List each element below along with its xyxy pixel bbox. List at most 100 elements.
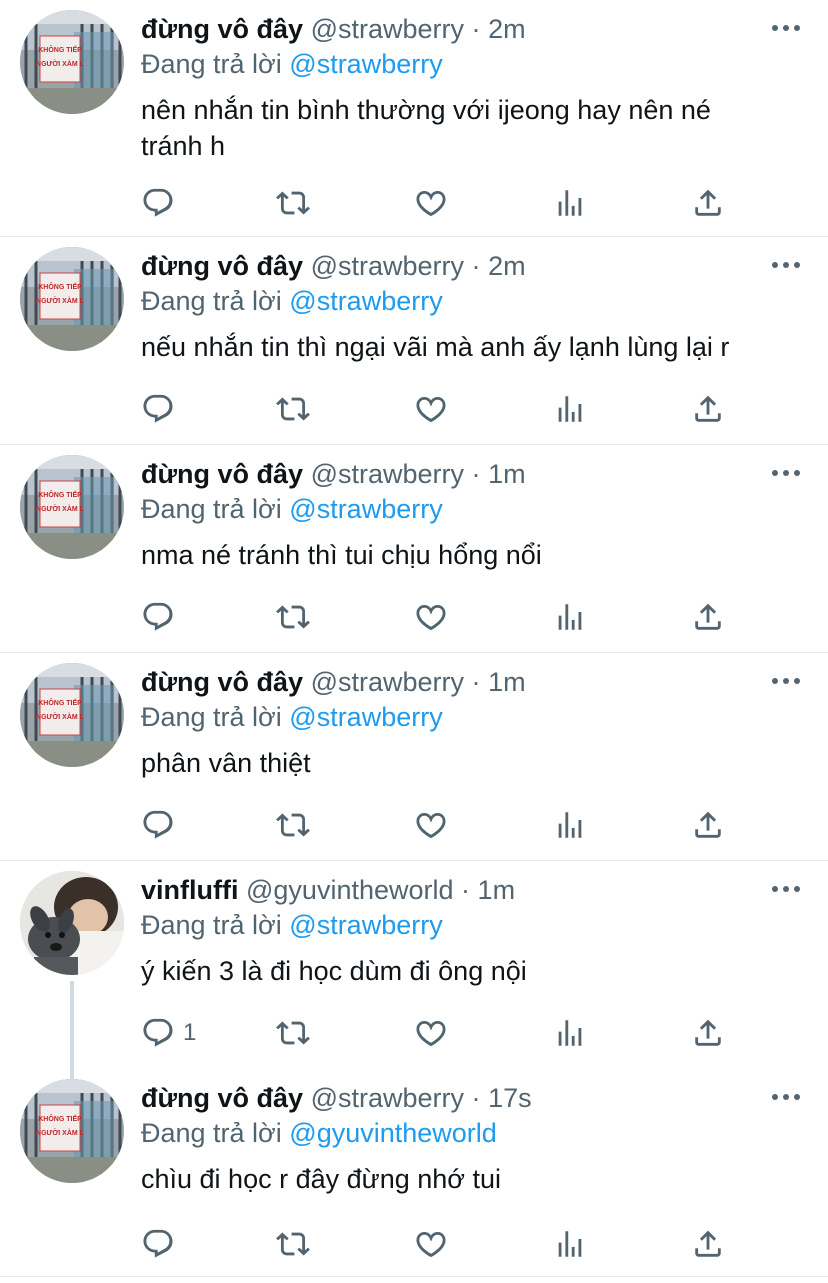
share-icon bbox=[691, 392, 725, 426]
like-button[interactable] bbox=[414, 183, 448, 223]
analytics-button[interactable] bbox=[553, 1013, 587, 1053]
reply-button[interactable] bbox=[141, 597, 183, 637]
tweet-header: đừng vô đây @strawberry · 1m bbox=[141, 457, 738, 491]
heart-icon bbox=[414, 1016, 448, 1050]
timestamp[interactable]: 17s bbox=[488, 1083, 532, 1113]
display-name[interactable]: đừng vô đây bbox=[141, 667, 303, 697]
timestamp[interactable]: 1m bbox=[488, 459, 526, 489]
share-button[interactable] bbox=[691, 389, 725, 429]
mention-link[interactable]: @strawberry bbox=[289, 286, 442, 316]
retweet-button[interactable] bbox=[276, 1224, 310, 1264]
tweet-text: ý kiến 3 là đi học dùm đi ông nội bbox=[141, 956, 527, 986]
avatar[interactable] bbox=[20, 247, 124, 351]
tweet[interactable]: đừng vô đây @strawberry · 1m Đang trả lời… bbox=[0, 445, 828, 653]
user-handle[interactable]: @gyuvintheworld bbox=[246, 875, 454, 905]
analytics-button[interactable] bbox=[553, 389, 587, 429]
avatar[interactable] bbox=[20, 10, 124, 114]
replying-to: Đang trả lời @gyuvintheworld bbox=[141, 1116, 497, 1150]
display-name[interactable]: đừng vô đây bbox=[141, 1083, 303, 1113]
mention-link[interactable]: @strawberry bbox=[289, 494, 442, 524]
more-icon[interactable] bbox=[772, 667, 800, 695]
mention-link[interactable]: @gyuvintheworld bbox=[289, 1118, 497, 1148]
avatar[interactable] bbox=[20, 455, 124, 559]
share-button[interactable] bbox=[691, 597, 725, 637]
tweet-header: đừng vô đây @strawberry · 17s bbox=[141, 1081, 738, 1115]
reply-button[interactable] bbox=[141, 183, 183, 223]
user-handle[interactable]: @strawberry bbox=[311, 251, 464, 281]
retweet-icon bbox=[276, 392, 310, 426]
retweet-button[interactable] bbox=[276, 805, 310, 845]
more-icon[interactable] bbox=[772, 14, 800, 42]
tweet-text: nếu nhắn tin thì ngại vãi mà anh ấy lạnh… bbox=[141, 332, 730, 362]
tweet-actions bbox=[141, 1224, 741, 1264]
retweet-button[interactable] bbox=[276, 389, 310, 429]
analytics-button[interactable] bbox=[553, 1224, 587, 1264]
mention-link[interactable]: @strawberry bbox=[289, 702, 442, 732]
tweet-actions bbox=[141, 597, 741, 637]
reply-button[interactable] bbox=[141, 805, 183, 845]
more-icon[interactable] bbox=[772, 251, 800, 279]
avatar[interactable] bbox=[20, 663, 124, 767]
timestamp[interactable]: 1m bbox=[488, 667, 526, 697]
user-handle[interactable]: @strawberry bbox=[311, 667, 464, 697]
like-button[interactable] bbox=[414, 597, 448, 637]
reply-icon bbox=[141, 600, 175, 634]
tweet-header: đừng vô đây @strawberry · 1m bbox=[141, 665, 738, 699]
heart-icon bbox=[414, 1227, 448, 1261]
avatar[interactable] bbox=[20, 871, 124, 975]
analytics-button[interactable] bbox=[553, 805, 587, 845]
more-icon[interactable] bbox=[772, 459, 800, 487]
separator-dot: · bbox=[471, 251, 481, 281]
display-name[interactable]: đừng vô đây bbox=[141, 459, 303, 489]
like-button[interactable] bbox=[414, 1013, 448, 1053]
display-name[interactable]: đừng vô đây bbox=[141, 251, 303, 281]
tweet[interactable]: vinfluffi @gyuvintheworld · 1m Đang trả l… bbox=[0, 861, 828, 1069]
retweet-icon bbox=[276, 1227, 310, 1261]
share-button[interactable] bbox=[691, 1013, 725, 1053]
tweet[interactable]: đừng vô đây @strawberry · 1m Đang trả lời… bbox=[0, 653, 828, 861]
thread-connector bbox=[70, 981, 74, 1079]
analytics-button[interactable] bbox=[553, 597, 587, 637]
timestamp[interactable]: 2m bbox=[488, 251, 526, 281]
retweet-button[interactable] bbox=[276, 1013, 310, 1053]
tweet[interactable]: đừng vô đây @strawberry · 2m Đang trả lời… bbox=[0, 0, 828, 237]
retweet-button[interactable] bbox=[276, 183, 310, 223]
analytics-button[interactable] bbox=[553, 183, 587, 223]
reply-button[interactable]: 1 bbox=[141, 1013, 196, 1053]
replying-label: Đang trả lời bbox=[141, 286, 282, 316]
reply-button[interactable] bbox=[141, 1224, 183, 1264]
heart-icon bbox=[414, 808, 448, 842]
mention-link[interactable]: @strawberry bbox=[289, 49, 442, 79]
reply-icon bbox=[141, 808, 175, 842]
timestamp[interactable]: 1m bbox=[478, 875, 516, 905]
tweet[interactable]: đừng vô đây @strawberry · 2m Đang trả lời… bbox=[0, 237, 828, 445]
avatar[interactable] bbox=[20, 1079, 124, 1183]
display-name[interactable]: đừng vô đây bbox=[141, 14, 303, 44]
like-button[interactable] bbox=[414, 389, 448, 429]
tweet-header: vinfluffi @gyuvintheworld · 1m bbox=[141, 873, 738, 907]
tweet-actions: 1 bbox=[141, 1013, 741, 1053]
mention-link[interactable]: @strawberry bbox=[289, 910, 442, 940]
retweet-icon bbox=[276, 600, 310, 634]
share-icon bbox=[691, 1227, 725, 1261]
tweet[interactable]: đừng vô đây @strawberry · 17s Đang trả lờ… bbox=[0, 1069, 828, 1277]
retweet-button[interactable] bbox=[276, 597, 310, 637]
reply-button[interactable] bbox=[141, 389, 183, 429]
user-handle[interactable]: @strawberry bbox=[311, 14, 464, 44]
more-icon[interactable] bbox=[772, 1083, 800, 1111]
share-button[interactable] bbox=[691, 1224, 725, 1264]
share-button[interactable] bbox=[691, 805, 725, 845]
timestamp[interactable]: 2m bbox=[488, 14, 526, 44]
user-handle[interactable]: @strawberry bbox=[311, 459, 464, 489]
more-icon[interactable] bbox=[772, 875, 800, 903]
share-button[interactable] bbox=[691, 183, 725, 223]
reply-icon bbox=[141, 186, 175, 220]
reply-icon bbox=[141, 1016, 175, 1050]
like-button[interactable] bbox=[414, 1224, 448, 1264]
analytics-icon bbox=[553, 392, 587, 426]
display-name[interactable]: vinfluffi bbox=[141, 875, 238, 905]
user-handle[interactable]: @strawberry bbox=[311, 1083, 464, 1113]
separator-dot: · bbox=[471, 459, 481, 489]
like-button[interactable] bbox=[414, 805, 448, 845]
separator-dot: · bbox=[471, 14, 481, 44]
